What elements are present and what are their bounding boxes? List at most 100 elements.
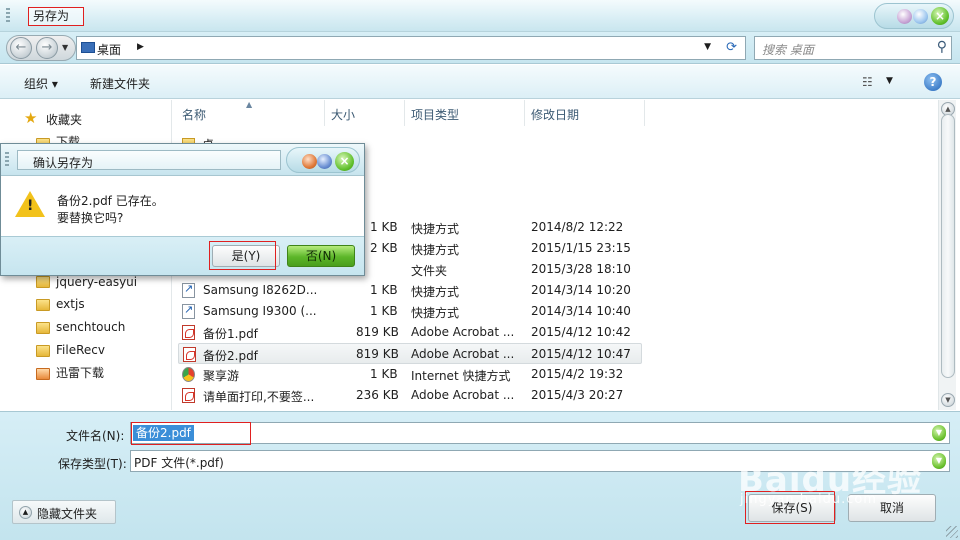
file-row-selected[interactable]: 备份2.pdf 819 KB Adobe Acrobat ... 2015/4/… bbox=[178, 343, 642, 364]
file-row[interactable]: 请单面打印,不要签... 236 KB Adobe Acrobat ... 20… bbox=[178, 385, 642, 406]
breadcrumb-arrow-icon[interactable]: ▶ bbox=[137, 42, 144, 52]
sidebar-item-extjs[interactable]: extjs bbox=[56, 294, 85, 314]
dialog-maximize-button[interactable] bbox=[317, 154, 332, 169]
title-bar: 另存为 × bbox=[0, 0, 960, 32]
favorites-star-icon: ★ bbox=[24, 109, 38, 127]
filetype-select[interactable]: PDF 文件(*.pdf) ▼ bbox=[130, 450, 950, 472]
file-name: 备份1.pdf bbox=[203, 327, 258, 341]
grip-icon bbox=[5, 152, 9, 168]
address-location[interactable]: 桌面 bbox=[97, 41, 121, 58]
internet-shortcut-icon bbox=[182, 367, 195, 382]
yes-highlight-box bbox=[209, 241, 276, 270]
refresh-icon[interactable]: ⟳ bbox=[726, 40, 737, 55]
file-type: 快捷方式 bbox=[411, 306, 460, 320]
file-size: 1 KB bbox=[370, 283, 398, 297]
organize-button[interactable]: 组织 ▾ bbox=[24, 75, 58, 92]
view-options-icon[interactable]: ☷ bbox=[862, 75, 873, 89]
file-size: 1 KB bbox=[370, 220, 398, 234]
folder-icon bbox=[36, 322, 50, 334]
filename-field[interactable]: 备份2.pdf ▼ bbox=[130, 422, 950, 445]
dialog-body: ! 备份2.pdf 已存在。 要替换它吗? bbox=[1, 177, 364, 235]
file-type: 快捷方式 bbox=[411, 285, 460, 299]
address-dropdown-icon[interactable]: ▼ bbox=[704, 42, 711, 52]
file-date: 2014/3/14 10:20 bbox=[531, 283, 631, 297]
help-icon[interactable]: ? bbox=[924, 73, 942, 91]
hide-folders-label: 隐藏文件夹 bbox=[37, 507, 98, 521]
recent-pages-dropdown[interactable]: ▼ bbox=[62, 43, 68, 52]
file-type: Adobe Acrobat ... bbox=[411, 325, 515, 339]
resize-grip[interactable] bbox=[946, 526, 958, 538]
sidebar-item-favorites[interactable]: 收藏夹 bbox=[46, 110, 82, 130]
forward-button[interactable]: → bbox=[36, 37, 58, 59]
file-type: Internet 快捷方式 bbox=[411, 369, 511, 383]
column-divider[interactable] bbox=[524, 100, 525, 126]
file-type: 文件夹 bbox=[411, 264, 448, 278]
dialog-close-button[interactable]: × bbox=[335, 152, 354, 171]
column-divider[interactable] bbox=[404, 100, 405, 126]
sidebar-item-thunder-downloads[interactable]: 迅雷下载 bbox=[56, 363, 104, 383]
grip-icon bbox=[6, 8, 10, 24]
collapse-icon: ▲ bbox=[19, 506, 32, 519]
column-header-name[interactable]: 名称 bbox=[182, 106, 206, 123]
file-type: 快捷方式 bbox=[411, 222, 460, 236]
sidebar-item-senchtouch[interactable]: senchtouch bbox=[56, 317, 125, 337]
pdf-icon bbox=[182, 325, 195, 340]
file-row[interactable]: 备份1.pdf 819 KB Adobe Acrobat ... 2015/4/… bbox=[178, 322, 642, 343]
toolbar: 组织 ▾ 新建文件夹 ☷ ▼ ? bbox=[0, 65, 960, 99]
dialog-footer: 是(Y) 否(N) bbox=[1, 236, 364, 275]
dialog-window-controls: × bbox=[286, 147, 360, 173]
column-header-size[interactable]: 大小 bbox=[331, 106, 355, 123]
file-size: 819 KB bbox=[356, 347, 399, 361]
hide-folders-button[interactable]: ▲ 隐藏文件夹 bbox=[12, 500, 116, 524]
filetype-value: PDF 文件(*.pdf) bbox=[134, 456, 224, 470]
new-folder-button[interactable]: 新建文件夹 bbox=[90, 75, 150, 92]
file-size: 1 KB bbox=[370, 304, 398, 318]
filename-value[interactable]: 备份2.pdf bbox=[133, 425, 194, 441]
cancel-button[interactable]: 取消 bbox=[848, 494, 936, 522]
dialog-title: 确认另存为 bbox=[33, 156, 94, 170]
search-placeholder: 搜索 桌面 bbox=[762, 43, 814, 57]
vertical-scrollbar[interactable]: ▲ ▼ bbox=[938, 100, 956, 410]
column-divider[interactable] bbox=[324, 100, 325, 126]
column-divider[interactable] bbox=[644, 100, 645, 126]
file-row[interactable]: Samsung I8262D... 1 KB 快捷方式 2014/3/14 10… bbox=[178, 280, 642, 301]
thunder-download-icon bbox=[36, 368, 50, 380]
nav-buttons: ← → ▼ bbox=[6, 35, 76, 61]
save-highlight-box bbox=[745, 491, 835, 524]
file-date: 2015/4/2 19:32 bbox=[531, 367, 624, 381]
scroll-down-button[interactable]: ▼ bbox=[941, 393, 955, 407]
file-row[interactable]: 聚享游 1 KB Internet 快捷方式 2015/4/2 19:32 bbox=[178, 364, 642, 385]
scroll-thumb[interactable] bbox=[941, 114, 955, 378]
dialog-message-replace: 要替换它吗? bbox=[57, 211, 124, 225]
address-bar[interactable]: 桌面 ▶ ▼ ⟳ bbox=[76, 36, 746, 60]
file-type: 快捷方式 bbox=[411, 243, 460, 257]
maximize-button[interactable] bbox=[913, 9, 928, 24]
filetype-dropdown-button[interactable]: ▼ bbox=[932, 453, 946, 469]
file-size: 819 KB bbox=[356, 325, 399, 339]
dialog-title-field: 确认另存为 bbox=[17, 150, 281, 170]
minimize-button[interactable] bbox=[897, 9, 912, 24]
file-date: 2015/4/12 10:47 bbox=[531, 347, 631, 361]
file-type: Adobe Acrobat ... bbox=[411, 388, 515, 402]
search-icon[interactable]: ⚲ bbox=[937, 39, 947, 55]
column-header-type[interactable]: 项目类型 bbox=[411, 106, 459, 123]
sidebar-item-filerecv[interactable]: FileRecv bbox=[56, 340, 105, 360]
file-date: 2015/3/28 18:10 bbox=[531, 262, 631, 276]
search-input[interactable]: 搜索 桌面 ⚲ bbox=[754, 36, 952, 60]
filename-dropdown-button[interactable]: ▼ bbox=[932, 425, 946, 441]
dialog-minimize-button[interactable] bbox=[302, 154, 317, 169]
file-name: 备份2.pdf bbox=[203, 349, 258, 363]
no-button[interactable]: 否(N) bbox=[287, 245, 355, 267]
back-button[interactable]: ← bbox=[10, 37, 32, 59]
folder-icon bbox=[36, 299, 50, 311]
file-size: 236 KB bbox=[356, 388, 399, 402]
file-row[interactable]: Samsung I9300 (... 1 KB 快捷方式 2014/3/14 1… bbox=[178, 301, 642, 322]
dialog-title-bar: 确认另存为 × bbox=[1, 144, 364, 176]
file-date: 2014/8/2 12:22 bbox=[531, 220, 624, 234]
close-button[interactable]: × bbox=[931, 7, 949, 25]
window-title: 另存为 bbox=[28, 7, 84, 26]
navigation-bar: ← → ▼ 桌面 ▶ ▼ ⟳ 搜索 桌面 ⚲ bbox=[0, 32, 960, 64]
view-dropdown-icon[interactable]: ▼ bbox=[886, 76, 893, 86]
column-header-date[interactable]: 修改日期 bbox=[531, 106, 579, 123]
pdf-icon bbox=[183, 347, 196, 362]
